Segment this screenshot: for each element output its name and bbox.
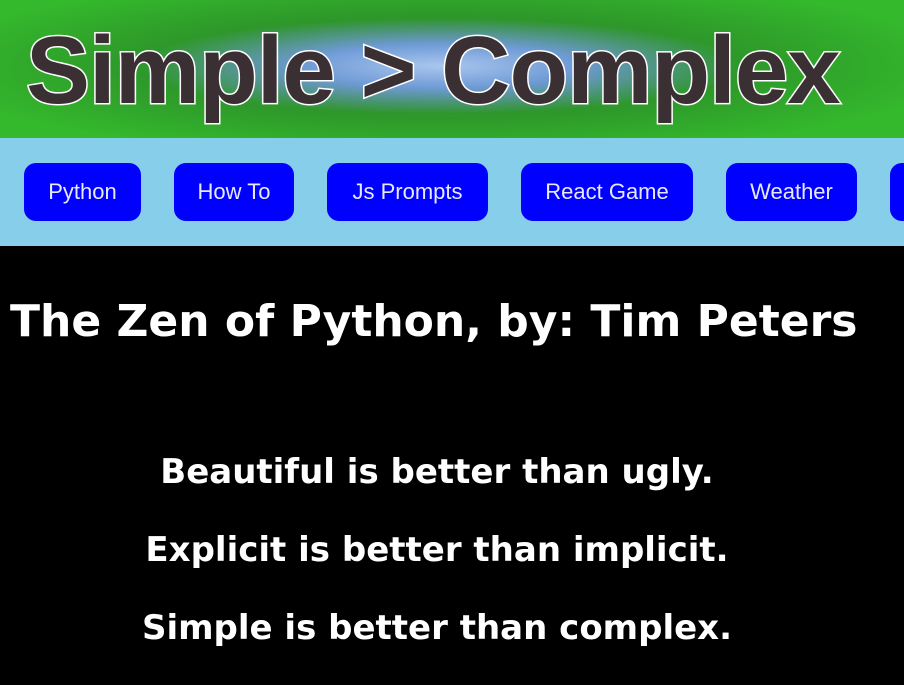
site-title: Simple > Complex [25,16,843,126]
nav-bar: Python How To Js Prompts React Game Weat… [0,138,904,246]
nav-item-js-prompts[interactable]: Js Prompts [327,163,488,221]
nav-item-overflow[interactable] [890,163,904,221]
zen-line-1: Beautiful is better than ugly. [160,452,714,492]
zen-line-3: Simple is better than complex. [141,608,733,648]
nav-item-react-game[interactable]: React Game [521,163,693,221]
header-banner: Simple > Complex [0,0,904,138]
nav-item-python[interactable]: Python [24,163,141,221]
zen-line-2: Explicit is better than implicit. [145,530,729,570]
nav-item-how-to[interactable]: How To [174,163,294,221]
page-title: The Zen of Python, by: Tim Peters [10,296,858,347]
nav-item-weather[interactable]: Weather [726,163,857,221]
